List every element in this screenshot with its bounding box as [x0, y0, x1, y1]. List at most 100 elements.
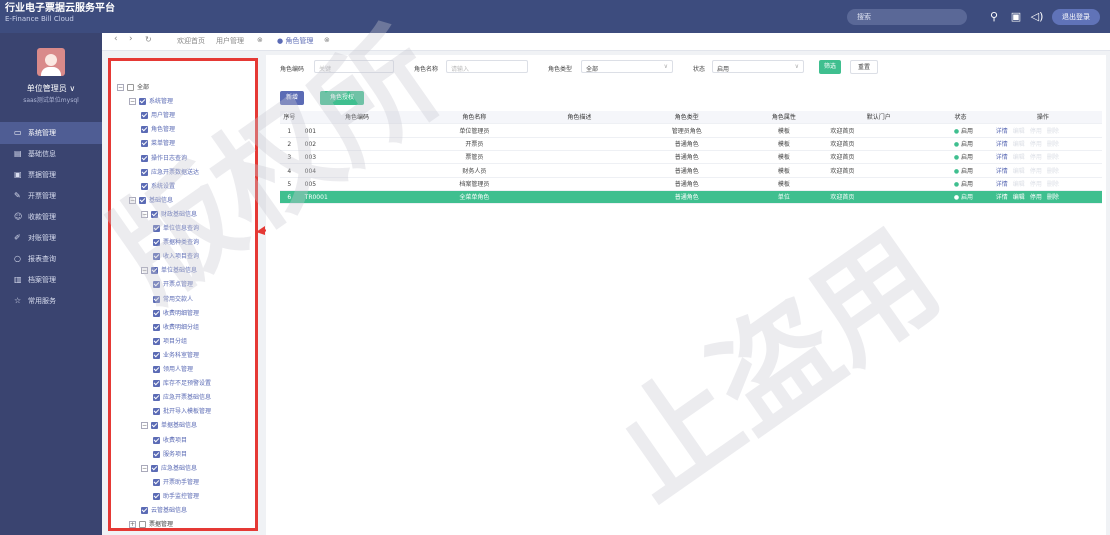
tree-checkbox[interactable] — [127, 84, 134, 91]
detail-link[interactable]: 详情 — [996, 138, 1008, 151]
edit-link[interactable]: 编辑 — [1013, 165, 1025, 178]
tree-node[interactable]: 助手监控管理 — [153, 490, 199, 503]
sidebar-item[interactable]: ▣ 票据管理 — [0, 164, 102, 186]
tree-checkbox[interactable] — [151, 210, 158, 218]
tab-close-icon[interactable]: ⊗ — [324, 36, 330, 44]
tree-node[interactable]: 开票助手管理 — [153, 476, 199, 489]
role-name-input[interactable]: 请输入 — [446, 60, 528, 73]
tree-checkbox[interactable] — [141, 154, 148, 162]
edit-link[interactable]: 编辑 — [1013, 125, 1025, 138]
edit-link[interactable]: 编辑 — [1013, 178, 1025, 191]
tree-checkbox[interactable] — [139, 98, 146, 106]
delete-link[interactable]: 删除 — [1047, 191, 1059, 204]
sound-icon[interactable]: ◁) — [1028, 8, 1046, 26]
edit-link[interactable]: 编辑 — [1013, 151, 1025, 164]
tree-checkbox[interactable] — [141, 140, 148, 148]
table-row[interactable]: 2 002 开票员 普通角色 模板 欢迎首页 ● 启用 详情 编辑 停用 删除 — [280, 138, 1102, 152]
tree-checkbox[interactable] — [153, 225, 160, 232]
forward-icon[interactable]: › — [129, 34, 133, 44]
detail-link[interactable]: 详情 — [996, 191, 1008, 204]
layout-icon[interactable]: ▣ — [1007, 8, 1025, 26]
disable-link[interactable]: 停用 — [1030, 125, 1042, 138]
sidebar-item[interactable]: ▤ 基础信息 — [0, 143, 102, 165]
refresh-icon[interactable]: ↻ — [145, 35, 152, 44]
edit-link[interactable]: 编辑 — [1013, 138, 1025, 151]
disable-link[interactable]: 停用 — [1030, 165, 1042, 178]
tab-role-manage[interactable]: ● 角色管理 — [277, 36, 313, 46]
disable-link[interactable]: 停用 — [1030, 138, 1042, 151]
tree-checkbox[interactable] — [153, 408, 160, 416]
disable-link[interactable]: 停用 — [1030, 178, 1042, 191]
detail-link[interactable]: 详情 — [996, 178, 1008, 191]
avatar[interactable] — [37, 48, 65, 76]
tree-toggle-icon[interactable]: − — [117, 84, 124, 91]
tree-node[interactable]: 项目分组 — [153, 335, 187, 348]
reset-button[interactable]: 重置 — [850, 60, 878, 74]
delete-link[interactable]: 删除 — [1047, 178, 1059, 191]
sidebar-item[interactable]: ☆ 常用服务 — [0, 290, 102, 312]
tree-checkbox[interactable] — [153, 478, 160, 486]
table-row[interactable]: 1 001 单位管理员 管理员角色 模板 欢迎首页 ● 启用 详情 编辑 停用 删除 — [280, 125, 1102, 138]
tree-checkbox[interactable] — [153, 281, 160, 289]
tab-close-icon[interactable]: ⊗ — [257, 36, 263, 44]
add-button[interactable]: 新增 — [280, 91, 304, 105]
role-authorize-button[interactable]: 角色授权 — [320, 91, 364, 105]
tree-checkbox[interactable] — [153, 337, 160, 345]
detail-link[interactable]: 详情 — [996, 165, 1008, 178]
tree-checkbox[interactable] — [153, 436, 160, 444]
disable-link[interactable]: 停用 — [1030, 151, 1042, 164]
user-name[interactable]: 单位管理员 ∨ — [0, 83, 102, 94]
tree-checkbox[interactable] — [153, 366, 160, 373]
tree-node[interactable]: 收入项目查询 — [153, 250, 199, 263]
table-row[interactable]: 5 005 档案管理员 普通角色 模板 ● 启用 详情 编辑 停用 删除 — [280, 178, 1102, 191]
tree-checkbox[interactable] — [139, 196, 146, 204]
tree-toggle-icon[interactable]: + — [129, 521, 136, 528]
table-row[interactable]: 6 TR0001 全菜单角色 普通角色 单位 欢迎首页 ● 启用 详情 编辑 停用 删除 — [280, 191, 1102, 204]
tree-node[interactable]: 批开导入模板管理 — [153, 405, 211, 418]
delete-link[interactable]: 删除 — [1047, 138, 1059, 151]
tree-checkbox[interactable] — [153, 309, 160, 317]
back-icon[interactable]: ‹ — [114, 34, 118, 44]
tree-node[interactable]: 用户管理 — [141, 109, 175, 122]
tree-checkbox[interactable] — [153, 450, 160, 458]
tree-node[interactable]: − 系统管理 — [129, 95, 173, 108]
role-type-select[interactable]: 全部 ∨ — [581, 60, 673, 73]
tree-checkbox[interactable] — [153, 394, 160, 402]
tree-checkbox[interactable] — [141, 112, 148, 120]
tree-node[interactable]: 收费明细管理 — [153, 307, 199, 320]
search-input[interactable]: 搜索 — [847, 9, 967, 25]
tree-node[interactable]: 服务项目 — [153, 448, 187, 461]
tree-node[interactable]: 收费项目 — [153, 434, 187, 447]
tree-checkbox[interactable] — [153, 492, 160, 500]
tree-node[interactable]: 收费明细分组 — [153, 321, 199, 334]
tree-checkbox[interactable] — [153, 323, 160, 331]
tree-node[interactable]: 业务科室管理 — [153, 349, 199, 362]
table-row[interactable]: 4 004 财务人员 普通角色 模板 欢迎首页 ● 启用 详情 编辑 停用 删除 — [280, 165, 1102, 178]
tree-node[interactable]: 角色管理 — [141, 123, 175, 136]
tree-node[interactable]: 库存不足预警设置 — [153, 377, 211, 390]
tree-checkbox[interactable] — [153, 295, 160, 303]
detail-link[interactable]: 详情 — [996, 151, 1008, 164]
tree-checkbox[interactable] — [151, 422, 158, 430]
tree-node[interactable]: − 基础信息 — [129, 194, 173, 207]
detail-link[interactable]: 详情 — [996, 125, 1008, 138]
search-button[interactable]: 筛选 — [819, 60, 841, 74]
tree-toggle-icon[interactable]: − — [129, 196, 136, 204]
tree-node[interactable]: 云管基础信息 — [141, 504, 187, 517]
tree-checkbox[interactable] — [141, 126, 148, 134]
sidebar-item[interactable]: ▥ 档案管理 — [0, 269, 102, 291]
tree-checkbox[interactable] — [141, 507, 148, 514]
tree-checkbox[interactable] — [141, 168, 148, 176]
tab-welcome[interactable]: 欢迎首页 — [177, 36, 205, 46]
sidebar-item[interactable]: ✎ 开票管理 — [0, 185, 102, 207]
tree-node[interactable]: 系统设置 — [141, 180, 175, 193]
tree-checkbox[interactable] — [153, 380, 160, 388]
tree-node[interactable]: 操作日志查询 — [141, 152, 187, 165]
sidebar-item[interactable]: ☺ 收款管理 — [0, 206, 102, 228]
delete-link[interactable]: 删除 — [1047, 125, 1059, 138]
tree-checkbox[interactable] — [153, 239, 160, 247]
tree-node[interactable]: 票据种类查询 — [153, 236, 199, 249]
tree-node[interactable]: − 单据基础信息 — [141, 419, 197, 432]
sidebar-item[interactable]: ▭ 系统管理 — [0, 122, 102, 144]
tree-checkbox[interactable] — [139, 521, 146, 528]
